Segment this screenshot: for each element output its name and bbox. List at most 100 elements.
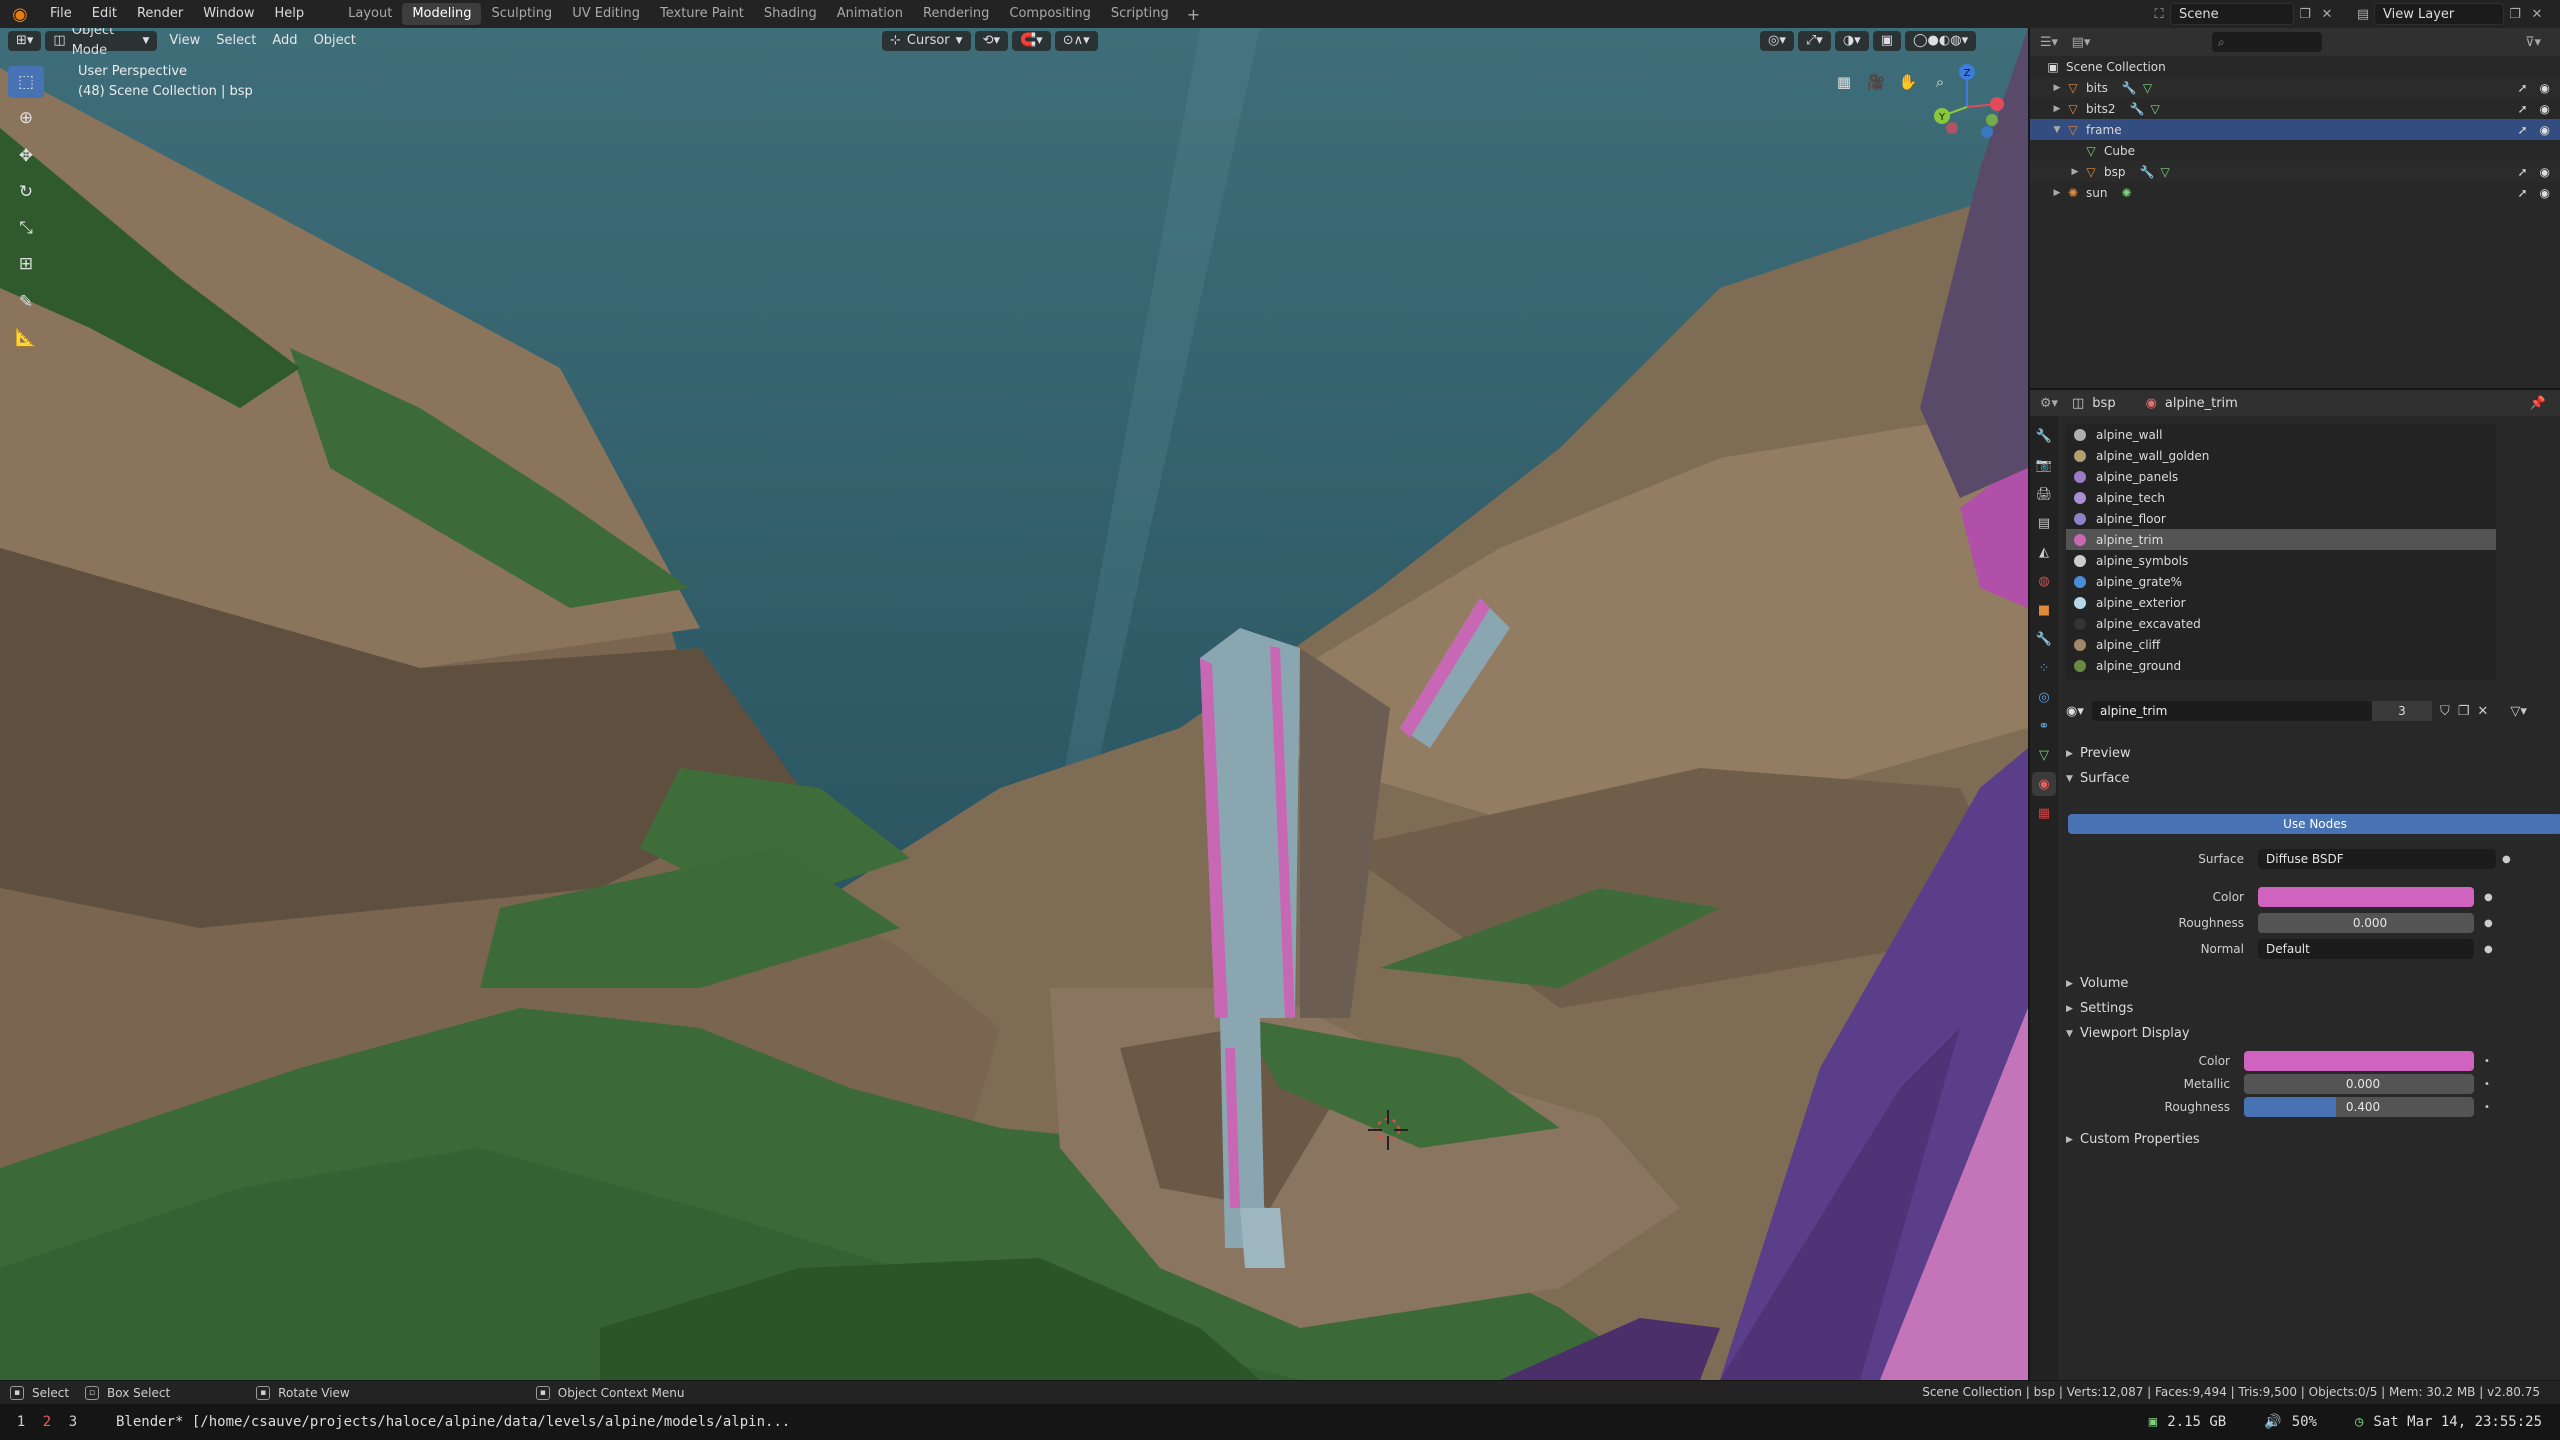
delete-view-layer-icon[interactable]: ✕ [2526,3,2548,25]
modifier-tab-icon[interactable]: 🔧 [2032,627,2056,651]
use-nodes-button[interactable]: Use Nodes [2068,814,2560,834]
mode-select[interactable]: ◫ Object Mode ▼ [45,28,158,58]
shading-modes[interactable]: ◯●◐◍▾ [1904,31,1977,51]
eye-icon[interactable]: ◉ [2540,123,2550,137]
constraints-tab-icon[interactable]: ⚭ [2032,714,2056,738]
transform-tool-icon[interactable]: ⊞ [8,248,44,280]
section-viewport-display[interactable]: ▼ Viewport Display [2066,1026,2190,1041]
rotate-tool-icon[interactable]: ↻ [8,176,44,208]
world-tab-icon[interactable]: ◍ [2032,569,2056,593]
scale-tool-icon[interactable]: ⤡ [8,212,44,244]
snap-button[interactable]: 🧲▾ [1011,31,1051,51]
blender-logo-icon[interactable]: ◉ [0,0,40,28]
eye-icon[interactable]: ◉ [2540,81,2550,95]
outliner-editor-icon[interactable]: ☰▾ [2038,31,2060,53]
particles-tab-icon[interactable]: ⁘ [2032,656,2056,680]
physics-tab-icon[interactable]: ◎ [2032,685,2056,709]
orientation-button[interactable]: ⟲▾ [974,31,1008,51]
disclosure-arrow-icon[interactable]: ▶ [2050,83,2064,93]
unlink-material-icon[interactable]: ✕ [2477,704,2488,719]
scene-name-field[interactable]: Scene [2170,3,2294,25]
vd-metallic-slider[interactable]: 0.000 [2244,1074,2474,1094]
tab-uv-editing[interactable]: UV Editing [562,3,650,25]
add-workspace-button[interactable]: + [1179,5,1208,24]
output-tab-icon[interactable]: 🖨 [2032,482,2056,506]
gizmo-x-axis[interactable] [1990,97,2004,111]
desktop-workspace-3[interactable]: 3 [60,1414,86,1430]
texture-tab-icon[interactable]: ▦ [2032,801,2056,825]
context-object[interactable]: bsp [2092,396,2115,411]
link-mode-icon[interactable]: ▽▾ [2510,704,2527,719]
material-slot-item[interactable]: alpine_cliff [2066,634,2496,655]
scene-tab-icon[interactable]: ◭ [2032,540,2056,564]
outliner-row-sun[interactable]: ▶ ✺ sun ✺ ➚ ◉ [2030,182,2560,203]
material-slot-item[interactable]: alpine_trim [2066,529,2496,550]
scene-icon[interactable]: ⛶ [2148,3,2170,25]
viewport-menu-view[interactable]: View [161,31,208,51]
keyframe-dot-icon[interactable]: • [2484,1102,2490,1113]
grid-icon[interactable]: ▦ [1828,68,1860,96]
keyframe-dot-icon[interactable]: • [2484,1056,2490,1067]
filter-icon[interactable]: ⊽▾ [2522,31,2544,53]
outliner-row-bits[interactable]: ▶ ▽ bits 🔧 ▽ ➚ ◉ [2030,77,2560,98]
disclosure-arrow-icon[interactable]: ▶ [2050,188,2064,198]
vd-roughness-slider[interactable]: 0.400 [2244,1097,2474,1117]
modifier-icon[interactable]: 🔧 [2122,81,2137,95]
disclosure-arrow-icon[interactable]: ▼ [2050,125,2064,135]
outliner-root[interactable]: ▣ Scene Collection [2030,56,2560,77]
select-box-tool-icon[interactable]: ⬚ [8,66,44,98]
fake-user-icon[interactable]: ⛉ [2440,704,2450,719]
display-mode-icon[interactable]: ▤▾ [2070,31,2092,53]
section-surface[interactable]: ▼ Surface [2066,771,2130,786]
outliner-row-bits2[interactable]: ▶ ▽ bits2 🔧 ▽ ➚ ◉ [2030,98,2560,119]
camera-icon[interactable]: 🎥 [1860,68,1892,96]
surface-color-swatch[interactable] [2258,887,2474,907]
new-view-layer-icon[interactable]: ❐ [2504,3,2526,25]
material-tab-icon[interactable]: ◉ [2032,772,2056,796]
delete-scene-icon[interactable]: ✕ [2316,3,2338,25]
outliner-row-frame[interactable]: ▼ ▽ frame ➚ ◉ [2030,119,2560,140]
tab-compositing[interactable]: Compositing [999,3,1101,25]
new-scene-icon[interactable]: ❐ [2294,3,2316,25]
object-tab-icon[interactable]: ■ [2032,598,2056,622]
disclosure-arrow-icon[interactable]: ▶ [2068,167,2082,177]
section-preview[interactable]: ▶ Preview [2066,746,2131,761]
section-custom-properties[interactable]: ▶ Custom Properties [2066,1132,2200,1147]
material-slot-item[interactable]: alpine_exterior [2066,592,2496,613]
data-tab-icon[interactable]: ▽ [2032,743,2056,767]
normal-field[interactable]: Default [2258,939,2474,959]
socket-icon[interactable]: ● [2484,892,2493,903]
material-slot-list[interactable]: alpine_wall alpine_wall_golden alpine_pane… [2066,424,2496,680]
selectable-icon[interactable]: ➚ [2517,186,2527,200]
material-slot-item[interactable]: alpine_tech [2066,487,2496,508]
tab-shading[interactable]: Shading [754,3,827,25]
socket-icon[interactable]: ● [2484,944,2493,955]
material-slot-item[interactable]: alpine_excavated [2066,613,2496,634]
tool-tab-icon[interactable]: 🔧 [2032,424,2056,448]
mesh-data-icon[interactable]: ▽ [2160,165,2169,179]
material-slot-item[interactable]: alpine_panels [2066,466,2496,487]
render-tab-icon[interactable]: 📷 [2032,453,2056,477]
keyframe-dot-icon[interactable]: • [2484,1079,2490,1090]
menu-file[interactable]: File [40,0,82,28]
viewport-menu-select[interactable]: Select [208,31,264,51]
gizmo-toggle-icon[interactable]: ⤢▾ [1797,31,1831,51]
section-settings[interactable]: ▶ Settings [2066,1001,2133,1016]
menu-render[interactable]: Render [127,0,193,28]
duplicate-material-icon[interactable]: ❐ [2458,704,2470,719]
xray-icon[interactable]: ▣ [1872,31,1901,51]
menu-help[interactable]: Help [265,0,315,28]
surface-roughness-slider[interactable]: 0.000 [2258,913,2474,933]
3d-viewport[interactable]: ⊞▾ ◫ Object Mode ▼ View Select Add Object ⊹… [0,28,2028,1380]
vd-color-swatch[interactable] [2244,1051,2474,1071]
material-users-count[interactable]: 3 [2372,701,2432,721]
section-volume[interactable]: ▶ Volume [2066,976,2128,991]
tab-layout[interactable]: Layout [338,3,402,25]
menu-window[interactable]: Window [193,0,264,28]
eye-icon[interactable]: ◉ [2540,102,2550,116]
tab-scripting[interactable]: Scripting [1101,3,1179,25]
hand-pan-icon[interactable]: ✋ [1892,68,1924,96]
overlays-icon[interactable]: ◑▾ [1834,31,1869,51]
desktop-workspace-2[interactable]: 2 [34,1414,60,1430]
tab-texture-paint[interactable]: Texture Paint [650,3,754,25]
